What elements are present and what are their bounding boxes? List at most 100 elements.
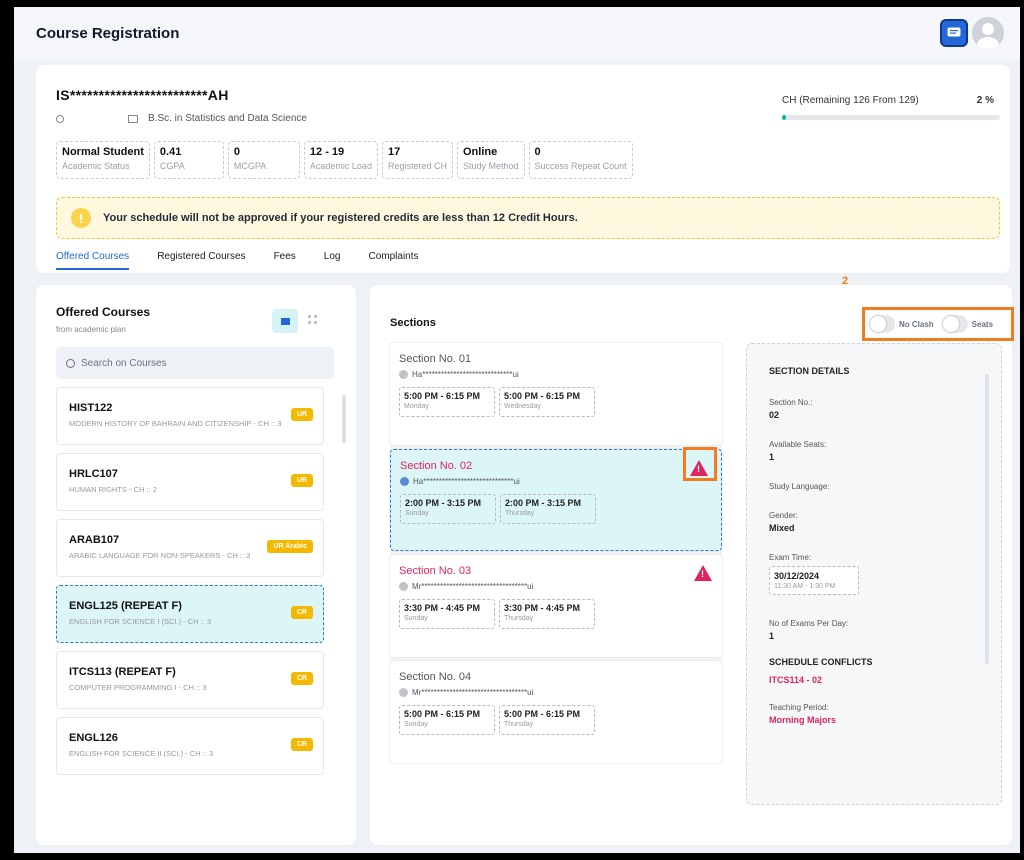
section-details-title: SECTION DETAILS — [769, 366, 850, 376]
course-item[interactable]: ITCS113 (REPEAT F) COMPUTER PROGRAMMING I… — [56, 651, 324, 709]
section-card[interactable]: Section No. 04 Mr***********************… — [390, 661, 722, 763]
section-title: Section No. 01 — [399, 353, 472, 365]
teaching-period-value: Morning Majors — [769, 715, 836, 725]
section-instructor: Mr**********************************ui — [399, 688, 713, 697]
study-language-label: Study Language: — [769, 482, 830, 491]
instructor-avatar-icon — [399, 582, 408, 591]
gender-value: Mixed — [769, 523, 795, 533]
app-window: Course Registration IS******************… — [14, 7, 1020, 853]
time-slot: 2:00 PM - 3:15 PM Sunday — [400, 494, 496, 524]
user-avatar[interactable] — [972, 17, 1004, 49]
instructor-avatar-icon — [399, 688, 408, 697]
graduation-cap-icon — [128, 114, 138, 123]
course-badge: CR — [290, 672, 313, 685]
credit-hours-remaining: CH (Remaining 126 From 129) — [782, 95, 919, 106]
filter-toggles: No Clash Seats — [862, 307, 1014, 341]
section-card[interactable]: Section No. 01 Ha***********************… — [390, 343, 722, 445]
stat-academic-load: 12 - 19 Academic Load — [303, 141, 378, 179]
section-no-label: Section No.: — [769, 398, 813, 407]
top-bar: Course Registration — [14, 7, 1020, 59]
section-card-selected[interactable]: Section No. 02 ! Ha*********************… — [390, 447, 722, 551]
time-slot: 5:00 PM - 6:15 PM Sunday — [399, 705, 495, 735]
course-badge: UR Arabic — [267, 540, 313, 553]
tab-log[interactable]: Log — [324, 251, 341, 270]
warning-icon[interactable]: ! — [690, 460, 708, 476]
student-profile-card: IS************************AH B.Sc. in St… — [36, 65, 1010, 273]
no-clash-toggle[interactable] — [869, 315, 895, 333]
stat-study-method: Online Study Method — [456, 141, 525, 179]
main-tabs: Offered Courses Registered Courses Fees … — [56, 251, 419, 270]
credit-hours-progress — [782, 115, 1000, 120]
tab-fees[interactable]: Fees — [274, 251, 296, 270]
student-name: IS************************AH — [56, 87, 229, 103]
offered-courses-panel: Offered Courses from academic plan Searc… — [36, 285, 356, 845]
tab-registered-courses[interactable]: Registered Courses — [157, 251, 245, 270]
time-slot: 2:00 PM - 3:15 PM Thursday — [500, 494, 596, 524]
tab-offered-courses[interactable]: Offered Courses — [56, 251, 130, 270]
course-item[interactable]: HRLC107 HUMAN RIGHTS - CH :: 2 UR — [56, 453, 324, 511]
course-badge: CR — [290, 738, 313, 751]
section-card[interactable]: Section No. 03 ! Mr*********************… — [390, 555, 722, 657]
gender-label: Gender: — [769, 511, 798, 520]
section-instructor: Mr**********************************ui — [399, 582, 713, 591]
course-item[interactable]: HIST122 MODERN HISTORY OF BAHRAIN AND CIT… — [56, 387, 324, 445]
time-slot: 3:30 PM - 4:45 PM Thursday — [499, 599, 595, 629]
search-placeholder: Search on Courses — [81, 357, 167, 369]
exams-per-day-value: 1 — [769, 631, 775, 641]
course-item-selected[interactable]: ENGL125 (REPEAT F) ENGLISH FOR SCIENCE I … — [56, 585, 324, 643]
schedule-conflicts-title: SCHEDULE CONFLICTS — [769, 657, 873, 667]
section-no-value: 02 — [769, 410, 780, 420]
stat-academic-status: Normal Student Academic Status — [56, 141, 150, 179]
exam-time-box: 30/12/2024 11:30 AM - 1:30 PM — [769, 566, 859, 595]
warning-icon[interactable]: ! — [694, 565, 712, 581]
time-slot: 5:00 PM - 6:15 PM Thursday — [499, 705, 595, 735]
section-instructor: Ha*****************************ui — [400, 477, 712, 486]
sections-panel: 2 Sections No Clash Seats 1 Section No. … — [370, 275, 1014, 845]
sections-title: Sections — [390, 317, 436, 329]
available-seats-value: 1 — [769, 452, 775, 462]
grid-view-icon[interactable] — [308, 315, 317, 324]
search-icon — [66, 358, 75, 368]
section-title: Section No. 03 — [399, 565, 472, 577]
time-slot: 5:00 PM - 6:15 PM Monday — [399, 387, 495, 417]
no-clash-label: No Clash — [899, 319, 934, 329]
schedule-conflict-item[interactable]: ITCS114 - 02 — [769, 675, 979, 685]
offered-courses-subtitle: from academic plan — [56, 325, 126, 334]
exams-per-day-label: No of Exams Per Day: — [769, 619, 849, 628]
person-icon — [56, 114, 64, 123]
exam-time-label: Exam Time: — [769, 553, 812, 562]
instructor-avatar-icon — [400, 477, 409, 486]
available-seats-label: Available Seats: — [769, 440, 827, 449]
time-slot: 5:00 PM - 6:15 PM Wednesday — [499, 387, 595, 417]
seats-toggle[interactable] — [941, 315, 968, 333]
student-program: B.Sc. in Statistics and Data Science — [56, 113, 307, 124]
section-list: Section No. 01 Ha***********************… — [390, 343, 722, 763]
section-details-panel: SECTION DETAILS Section No.: 02 Availabl… — [746, 343, 1002, 805]
alert-message: Your schedule will not be approved if yo… — [103, 212, 578, 224]
time-slot: 3:30 PM - 4:45 PM Sunday — [399, 599, 495, 629]
seats-label: Seats — [971, 319, 994, 329]
teaching-period-label: Teaching Period: — [769, 703, 829, 712]
exclamation-icon: ! — [71, 208, 91, 228]
course-search-input[interactable]: Search on Courses — [56, 347, 334, 379]
course-list: HIST122 MODERN HISTORY OF BAHRAIN AND CIT… — [56, 387, 324, 783]
section-title: Section No. 04 — [399, 671, 472, 683]
degree-label: B.Sc. in Statistics and Data Science — [148, 113, 307, 124]
section-title: Section No. 02 — [400, 460, 473, 472]
course-item[interactable]: ARAB107 ARABIC LANGUAGE FOR NON-SPEAKERS … — [56, 519, 324, 577]
course-item[interactable]: ENGL126 ENGLISH FOR SCIENCE II (SCI.) - C… — [56, 717, 324, 775]
section-instructor: Ha*****************************ui — [399, 370, 713, 379]
course-badge: UR — [290, 474, 313, 487]
list-view-icon[interactable] — [272, 309, 298, 333]
tab-complaints[interactable]: Complaints — [368, 251, 418, 270]
course-badge: CR — [290, 606, 313, 619]
instructor-avatar-icon — [399, 370, 408, 379]
details-scrollbar[interactable] — [985, 374, 989, 664]
stat-cgpa: 0.41 CGPA — [153, 141, 224, 179]
course-list-scrollbar[interactable] — [342, 395, 346, 443]
academic-stats: Normal Student Academic Status 0.41 CGPA 0… — [56, 141, 633, 179]
offered-courses-title: Offered Courses — [56, 305, 151, 319]
credit-hours-progress-fill — [782, 115, 787, 120]
stat-registered-ch: 17 Registered CH — [381, 141, 453, 179]
chat-icon[interactable] — [940, 19, 968, 47]
